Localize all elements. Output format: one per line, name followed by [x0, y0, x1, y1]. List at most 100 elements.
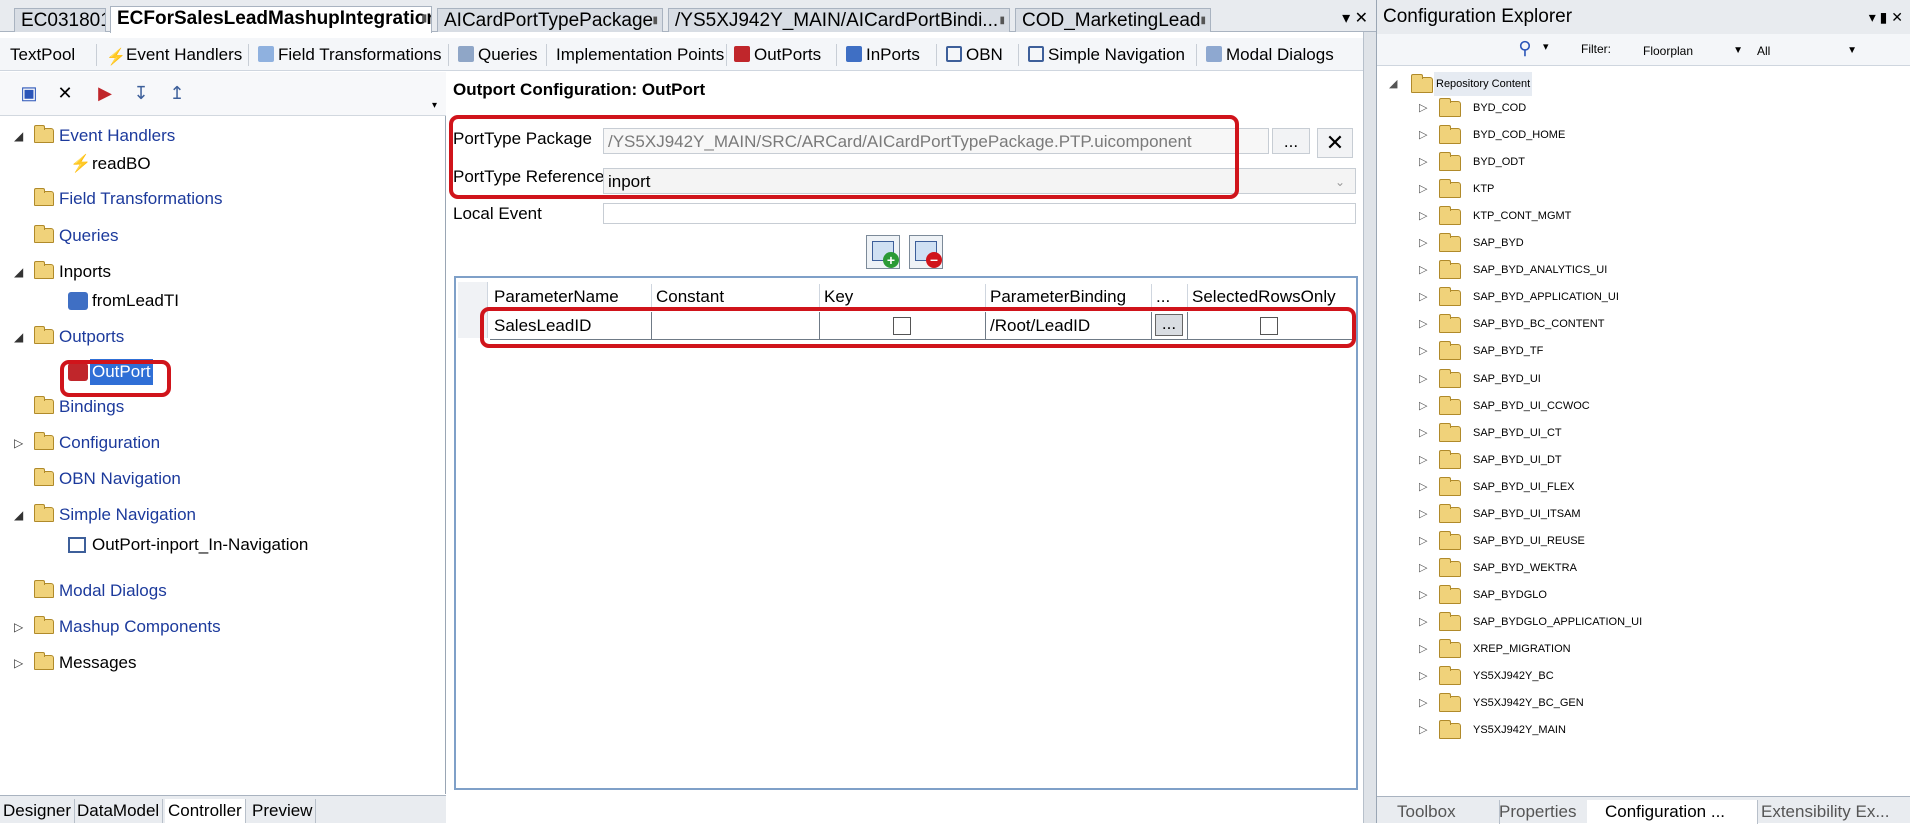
expand-all-icon[interactable]: ↧	[130, 82, 152, 104]
collapse-arrow-icon[interactable]: ◢	[14, 259, 28, 285]
filter-scope-dropdown[interactable]: All ▼	[1753, 40, 1863, 62]
tab-simple-navigation[interactable]: Simple Navigation	[1024, 42, 1189, 68]
tab-label: Controller	[168, 801, 242, 820]
doc-tab-portbinding[interactable]: /YS5XJ942Y_MAIN/AICardPortBindi... ▮	[668, 8, 1010, 32]
expand-arrow-icon[interactable]: ▷	[1419, 475, 1427, 499]
folder-icon	[34, 225, 54, 243]
expand-arrow-icon[interactable]: ▷	[1419, 394, 1427, 418]
folder-icon	[34, 432, 54, 450]
folder-icon	[34, 326, 54, 344]
doc-tab-ecforsalesleadmashupintegration[interactable]: ECForSalesLeadMashupIntegration ▮	[110, 6, 432, 33]
collapse-arrow-icon[interactable]: ◢	[14, 324, 28, 350]
delete-icon[interactable]: ✕	[54, 82, 76, 104]
pin-icon[interactable]: ▮	[999, 9, 1005, 32]
clear-package-button[interactable]: ✕	[1317, 128, 1353, 158]
run-icon[interactable]: ▶	[94, 82, 116, 104]
tab-label: Extensibility Ex...	[1761, 802, 1890, 821]
local-event-field[interactable]	[603, 203, 1356, 224]
tab-designer[interactable]: Designer	[0, 799, 76, 823]
tab-overflow-controls[interactable]: ▾ ✕	[1342, 8, 1368, 28]
doc-tab-aicardporttypepackage[interactable]: AICardPortTypePackage ▮	[437, 8, 663, 32]
expand-arrow-icon[interactable]: ▷	[1419, 691, 1427, 715]
inport-icon	[846, 46, 862, 62]
expand-arrow-icon[interactable]: ▷	[1419, 610, 1427, 634]
lightning-icon: ⚡	[70, 154, 92, 173]
tab-textpool[interactable]: TextPool	[6, 42, 79, 68]
folder-icon	[1439, 98, 1461, 117]
expand-arrow-icon[interactable]: ▷	[1419, 421, 1427, 445]
expand-arrow-icon[interactable]: ▷	[1419, 502, 1427, 526]
tab-implementation-points[interactable]: Implementation Points	[552, 42, 728, 68]
expand-arrow-icon[interactable]: ▷	[14, 430, 28, 456]
panel-title: Configuration Explorer	[1383, 6, 1573, 27]
browse-button[interactable]: ...	[1272, 128, 1310, 154]
expand-arrow-icon[interactable]: ▷	[1419, 367, 1427, 391]
filter-type-dropdown[interactable]: Floorplan ▼	[1639, 40, 1749, 62]
splitter[interactable]	[1363, 32, 1376, 823]
tree-label: Bindings	[59, 397, 125, 416]
collapse-arrow-icon[interactable]: ◢	[1389, 72, 1397, 96]
expand-arrow-icon[interactable]: ▷	[1419, 637, 1427, 661]
toolbar-overflow-icon[interactable]: ▾	[432, 100, 437, 111]
tab-label: Toolbox	[1397, 802, 1456, 821]
chevron-down-icon[interactable]: ▾	[1543, 40, 1549, 53]
tree-label: SAP_BYD_UI_FLEX	[1473, 480, 1575, 493]
folder-icon	[34, 396, 54, 414]
expand-arrow-icon[interactable]: ▷	[1419, 718, 1427, 742]
expand-arrow-icon[interactable]: ▷	[1419, 150, 1427, 174]
collapse-all-icon[interactable]: ↥	[166, 82, 188, 104]
expand-arrow-icon[interactable]: ▷	[1419, 312, 1427, 336]
obn-icon	[946, 46, 962, 62]
tab-field-transformations[interactable]: Field Transformations	[254, 42, 445, 68]
add-row-button[interactable]: +	[866, 235, 900, 269]
folder-icon	[1439, 233, 1461, 253]
expand-arrow-icon[interactable]: ▷	[1419, 529, 1427, 553]
tree-label: YS5XJ942Y_BC	[1473, 670, 1554, 683]
tab-datamodel[interactable]: DataModel	[74, 799, 164, 823]
expand-arrow-icon[interactable]: ▷	[1419, 96, 1427, 120]
tab-inports[interactable]: InPorts	[842, 42, 924, 68]
tab-event-handlers[interactable]: ⚡Event Handlers	[102, 42, 246, 68]
expand-arrow-icon[interactable]: ▷	[1419, 664, 1427, 688]
doc-tab-ec031801[interactable]: EC031801	[14, 8, 106, 32]
collapse-arrow-icon[interactable]: ◢	[14, 502, 28, 528]
remove-row-button[interactable]: –	[909, 235, 943, 269]
tab-controller[interactable]: Controller	[165, 799, 246, 823]
add-icon[interactable]: ▣	[18, 82, 40, 104]
tab-obn[interactable]: OBN	[942, 42, 1007, 68]
panel-window-controls[interactable]: ▾ ▮ ✕	[1869, 0, 1903, 34]
pin-icon[interactable]: ▮	[421, 7, 427, 31]
search-icon[interactable]: ⚲	[1505, 38, 1545, 62]
expand-arrow-icon[interactable]: ▷	[1419, 204, 1427, 228]
expand-arrow-icon[interactable]: ▷	[1419, 556, 1427, 580]
expand-arrow-icon[interactable]: ▷	[1419, 583, 1427, 607]
outport-icon	[734, 46, 750, 62]
tab-modal-dialogs[interactable]: Modal Dialogs	[1202, 42, 1338, 68]
expand-arrow-icon[interactable]: ▷	[14, 650, 28, 676]
annotation-highlight	[480, 307, 1356, 348]
folder-icon	[34, 652, 54, 670]
tab-queries[interactable]: Queries	[454, 42, 542, 68]
pin-icon[interactable]: ▮	[1200, 9, 1206, 32]
expand-arrow-icon[interactable]: ▷	[1419, 231, 1427, 255]
local-event-label: Local Event	[453, 204, 542, 223]
pin-icon[interactable]: ▮	[652, 9, 658, 32]
expand-arrow-icon[interactable]: ▷	[1419, 177, 1427, 201]
doc-tab-cod-marketinglead[interactable]: COD_MarketingLead ▮	[1015, 8, 1211, 32]
expand-arrow-icon[interactable]: ▷	[1419, 339, 1427, 363]
folder-icon	[1439, 611, 1461, 631]
expand-arrow-icon[interactable]: ▷	[1419, 258, 1427, 282]
expand-arrow-icon[interactable]: ▷	[1419, 285, 1427, 309]
collapse-arrow-icon[interactable]: ◢	[14, 123, 28, 149]
tab-preview[interactable]: Preview	[249, 799, 317, 823]
navigation-icon	[68, 537, 86, 553]
expand-arrow-icon[interactable]: ▷	[14, 614, 28, 640]
tab-label: TextPool	[10, 45, 76, 64]
tab-configuration[interactable]: Configuration ...	[1587, 800, 1758, 824]
tree-label: Simple Navigation	[59, 505, 197, 524]
tree-label: BYD_COD	[1473, 102, 1527, 114]
expand-arrow-icon[interactable]: ▷	[1419, 448, 1427, 472]
expand-arrow-icon[interactable]: ▷	[1419, 123, 1427, 147]
tab-extensibility-explorer[interactable]: Extensibility Ex...	[1739, 800, 1910, 824]
tab-outports[interactable]: OutPorts	[730, 42, 825, 68]
